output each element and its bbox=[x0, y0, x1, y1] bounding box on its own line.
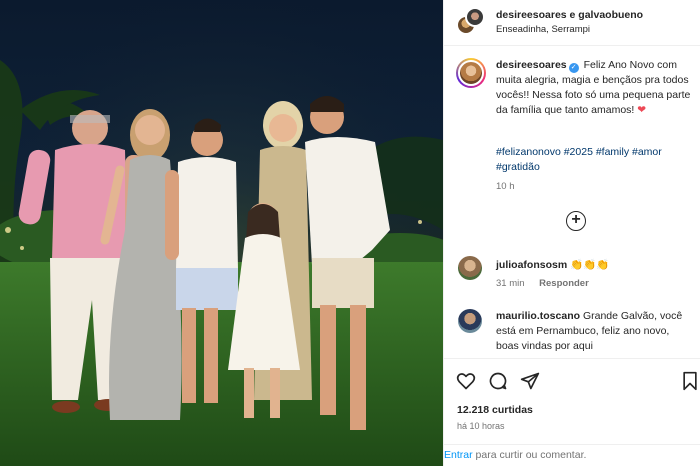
header-username[interactable]: desireesoares e galvaobueno bbox=[496, 9, 643, 21]
comment: julioafonsosm 👏👏👏 bbox=[496, 258, 609, 271]
family-photo-illustration bbox=[0, 0, 443, 466]
add-circle-icon[interactable]: + bbox=[566, 211, 586, 231]
likes-count[interactable]: 12.218 curtidas bbox=[457, 404, 533, 416]
comment-avatar[interactable] bbox=[458, 256, 482, 280]
verified-icon: ✓ bbox=[568, 63, 579, 73]
comment: maurilio.toscano Grande Galvão, você est… bbox=[496, 309, 694, 354]
comment-time: 31 min bbox=[496, 278, 525, 289]
comment-icon[interactable] bbox=[488, 371, 508, 391]
posted-time: há 10 horas bbox=[457, 421, 505, 431]
avatar bbox=[465, 7, 485, 27]
comment-text: 👏👏👏 bbox=[570, 259, 610, 271]
heart-icon[interactable] bbox=[456, 371, 476, 391]
red-heart-icon: ❤ bbox=[637, 104, 647, 116]
reply-button[interactable]: Responder bbox=[539, 278, 589, 289]
comment-avatar[interactable] bbox=[458, 309, 482, 333]
caption-time: 10 h bbox=[496, 181, 515, 192]
comment-username[interactable]: maurilio.toscano bbox=[496, 310, 580, 322]
bookmark-icon[interactable] bbox=[680, 371, 700, 391]
login-prompt: para curtir ou comentar. bbox=[475, 449, 587, 461]
collab-avatars[interactable] bbox=[456, 7, 485, 35]
caption-username[interactable]: desireesoares bbox=[496, 59, 567, 71]
login-footer: Entrar para curtir ou comentar. bbox=[444, 444, 700, 466]
login-link[interactable]: Entrar bbox=[444, 449, 473, 461]
comment-username[interactable]: julioafonsosm bbox=[496, 259, 567, 271]
post-photo[interactable] bbox=[0, 0, 443, 466]
comment-meta: 31 min Responder bbox=[496, 278, 589, 289]
caption: desireesoares ✓ Feliz Ano Novo com muita … bbox=[496, 58, 694, 118]
post-header: desireesoares e galvaobueno Enseadinha, … bbox=[444, 0, 700, 46]
post-side-panel: desireesoares e galvaobueno Enseadinha, … bbox=[443, 0, 700, 466]
share-icon[interactable] bbox=[520, 371, 540, 391]
action-bar: 12.218 curtidas há 10 horas bbox=[444, 358, 700, 444]
header-location[interactable]: Enseadinha, Serrampi bbox=[496, 24, 590, 35]
caption-avatar[interactable] bbox=[456, 58, 486, 88]
caption-hashtags[interactable]: #felizanonovo #2025 #family #amor #grati… bbox=[496, 145, 694, 175]
